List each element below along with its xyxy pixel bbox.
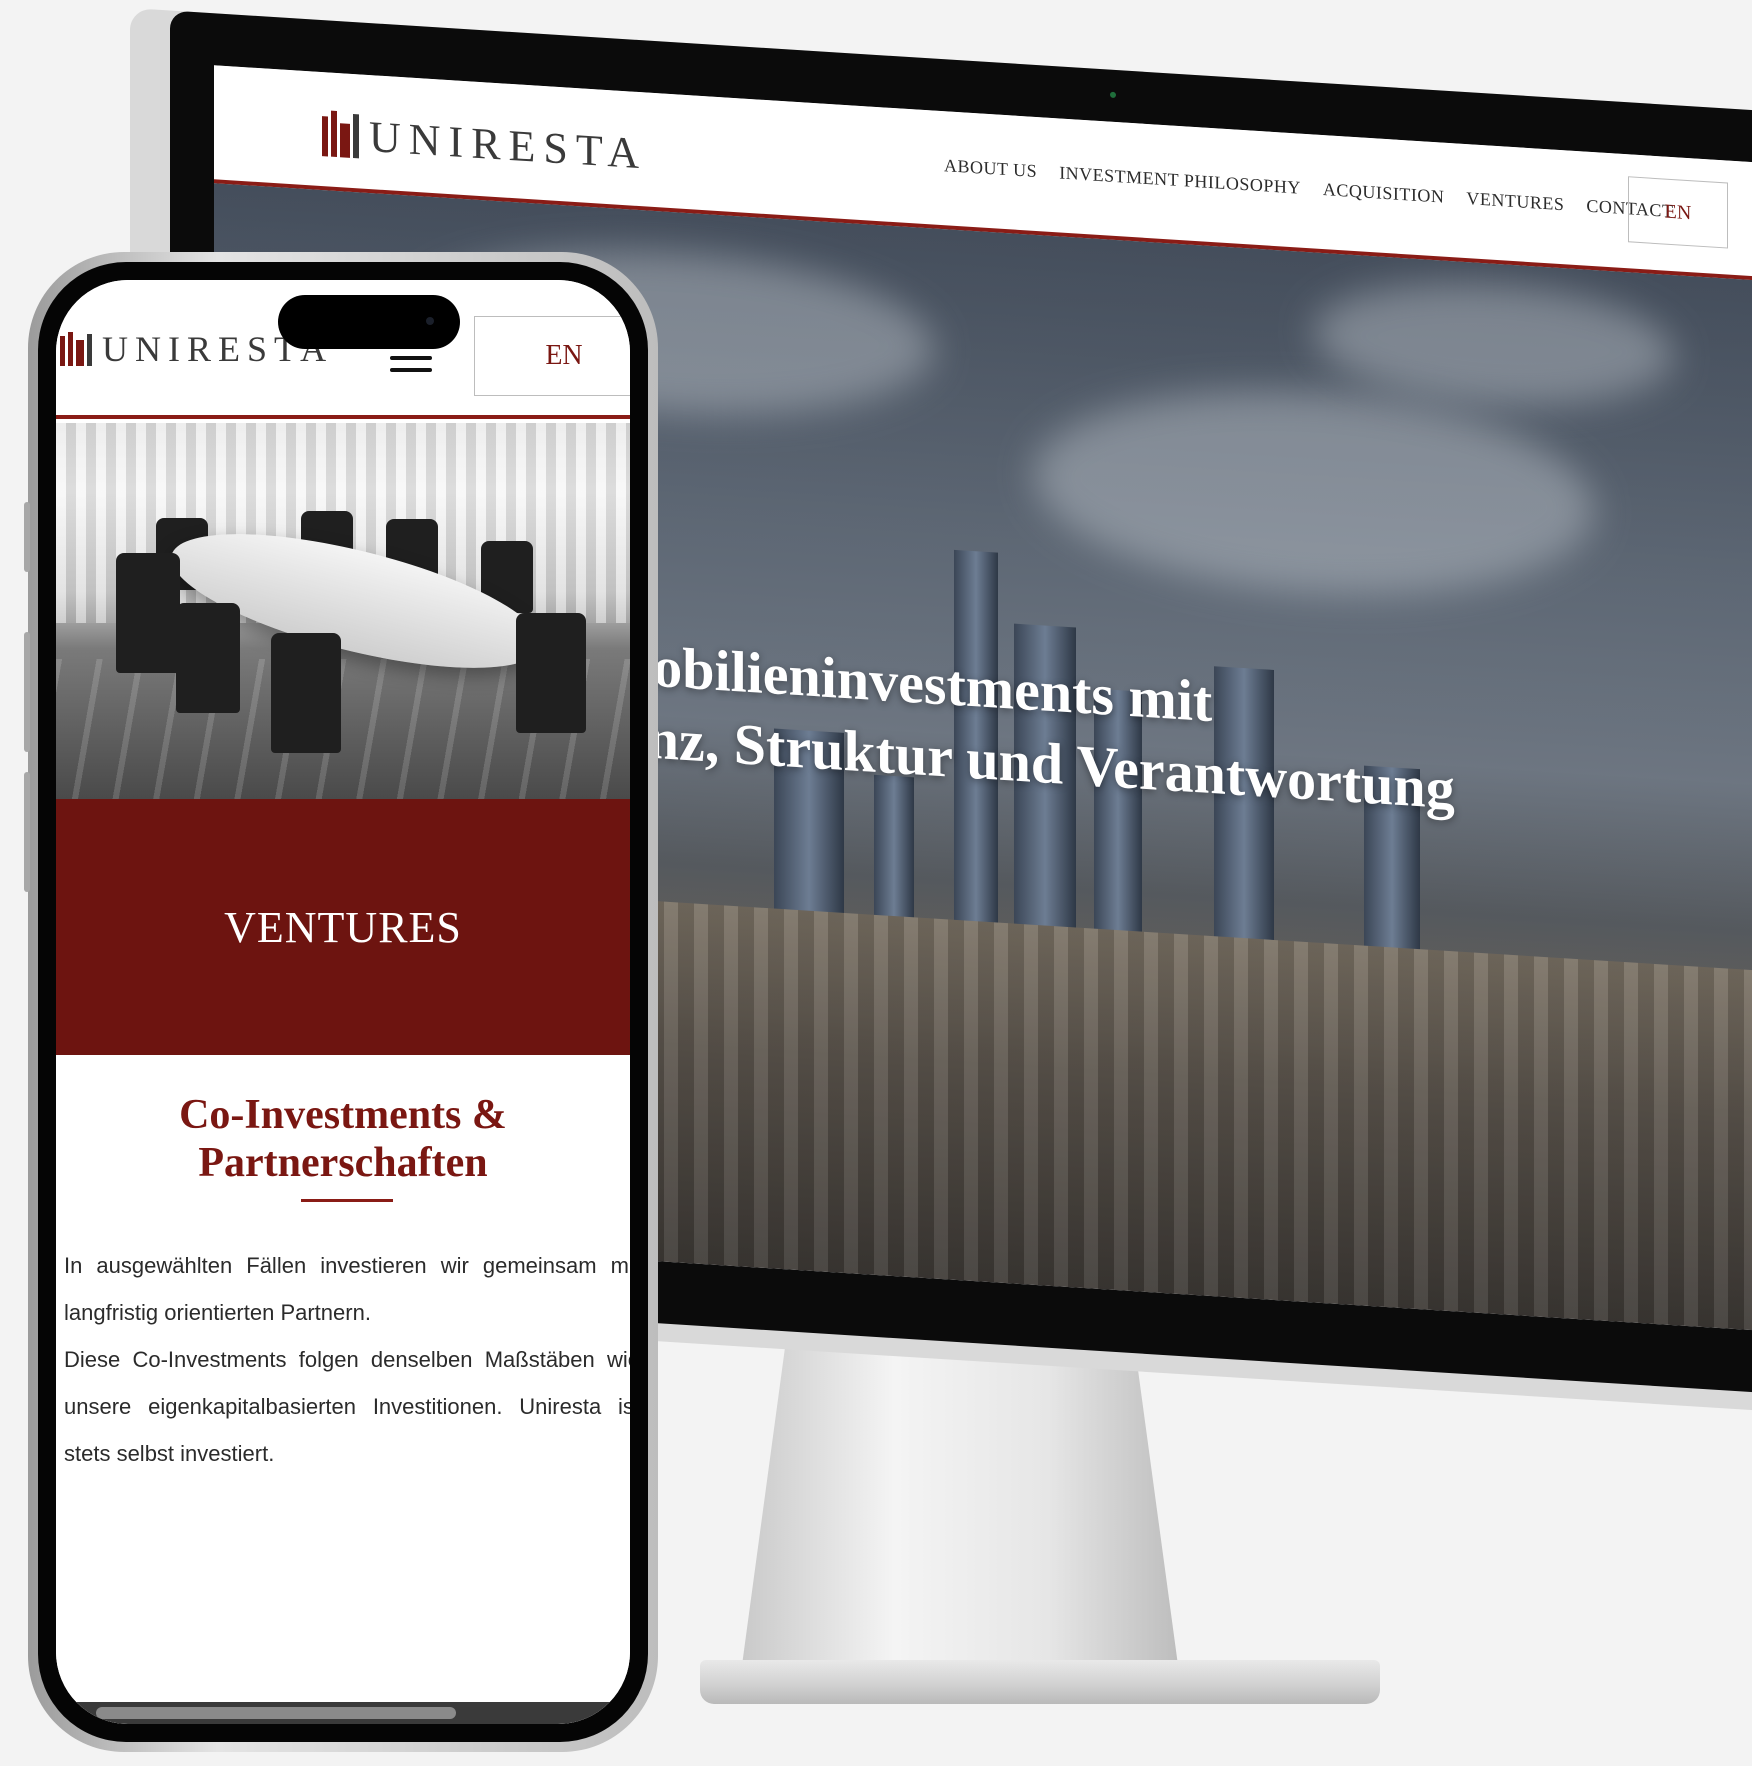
nav-item-acquisition[interactable]: ACQUISITION (1323, 179, 1445, 208)
nav-item-investment-philosophy[interactable]: INVESTMENT PHILOSOPHY (1059, 162, 1301, 198)
logo-text: UNIRESTA (369, 112, 648, 179)
chair-shape (176, 603, 240, 713)
front-camera-icon (426, 317, 434, 325)
body-paragraph-2: Diese Co-Investments folgen denselben Ma… (64, 1347, 630, 1466)
phone-side-button (24, 632, 30, 752)
section-title-line2: Partnerschaften (198, 1140, 488, 1186)
horizontal-scrollbar[interactable] (56, 1702, 630, 1724)
content-section: Co-Investments & Partnerschaften In ausg… (56, 1055, 630, 1724)
scrollbar-thumb[interactable] (96, 1707, 456, 1719)
banner-title: VENTURES (224, 902, 462, 952)
desktop-nav: ABOUT US INVESTMENT PHILOSOPHY ACQUISITI… (944, 155, 1673, 222)
chair-shape (271, 633, 341, 753)
cloud-shape (1034, 374, 1594, 611)
conference-room-image (56, 423, 630, 799)
phone-side-button (24, 772, 30, 892)
cloud-shape (1314, 272, 1674, 416)
mobile-screen: UNIRESTA EN VENTURES Co-Investments & Pa… (56, 280, 630, 1724)
logo-mark-icon (60, 332, 92, 366)
ventures-banner: VENTURES (56, 799, 630, 1055)
logo-mark-icon (322, 110, 359, 159)
hero-headline: Immobilieninvestments mit Finanz, Strukt… (534, 623, 1455, 825)
nav-item-about-us[interactable]: ABOUT US (944, 155, 1037, 182)
desktop-logo[interactable]: UNIRESTA (322, 110, 648, 179)
title-divider (301, 1199, 393, 1202)
language-switch-button[interactable]: EN (1628, 176, 1728, 249)
chair-shape (116, 553, 180, 673)
mobile-phone: UNIRESTA EN VENTURES Co-Investments & Pa… (24, 252, 658, 1752)
section-title-line1: Co-Investments & (179, 1092, 507, 1138)
nav-item-ventures[interactable]: VENTURES (1466, 188, 1564, 215)
section-title: Co-Investments & Partnerschaften (56, 1091, 630, 1187)
phone-bezel: UNIRESTA EN VENTURES Co-Investments & Pa… (38, 262, 648, 1742)
language-switch-button[interactable]: EN (474, 316, 630, 396)
monitor-stand-base (700, 1660, 1380, 1704)
camera-icon (1110, 91, 1116, 99)
phone-side-button (24, 502, 30, 572)
body-paragraph-1: In ausgewählten Fällen investieren wir g… (64, 1253, 630, 1325)
chair-shape (516, 613, 586, 733)
dynamic-island (278, 295, 460, 349)
section-body: In ausgewählten Fällen investieren wir g… (64, 1242, 630, 1477)
